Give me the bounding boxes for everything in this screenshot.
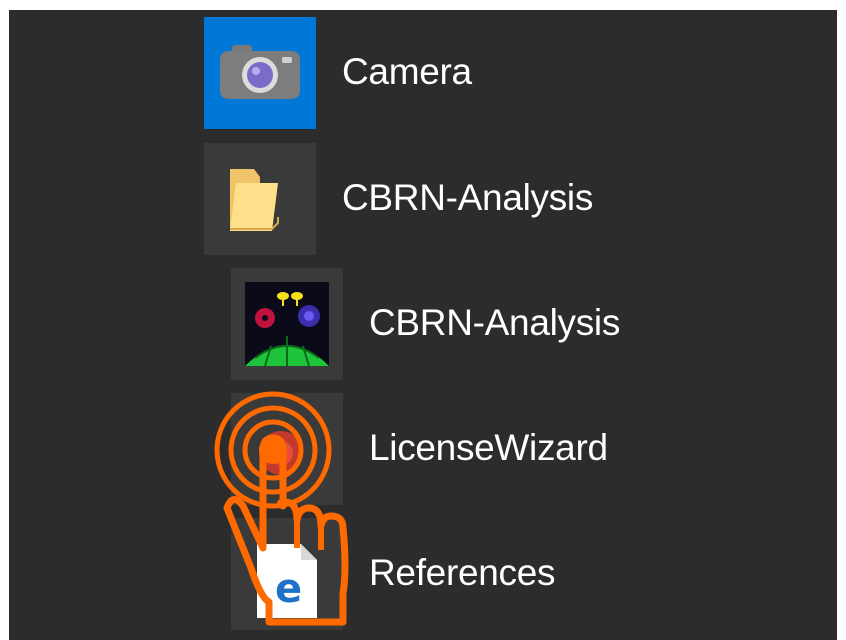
folder-icon bbox=[230, 169, 279, 231]
cbrn-app-label: CBRN-Analysis bbox=[369, 302, 621, 344]
start-folder-cbrn-analysis[interactable]: CBRN-Analysis bbox=[204, 143, 624, 255]
camera-label: Camera bbox=[342, 51, 472, 93]
start-item-cbrn-analysis-app[interactable]: CBRN-Analysis bbox=[231, 268, 651, 380]
start-item-license-wizard[interactable]: LicenseWizard bbox=[231, 393, 651, 505]
references-label: References bbox=[369, 552, 556, 594]
references-tile: e bbox=[231, 518, 343, 630]
cbrn-analysis-app-icon bbox=[245, 282, 329, 367]
folder-tile bbox=[204, 143, 316, 255]
start-menu-app-list: Camera CBRN-Analysis CBRN-Analysis Licen… bbox=[9, 10, 837, 640]
license-wizard-label: LicenseWizard bbox=[369, 427, 608, 469]
start-item-camera[interactable]: Camera bbox=[204, 17, 604, 129]
license-wizard-tile bbox=[231, 393, 343, 505]
folder-label: CBRN-Analysis bbox=[342, 177, 594, 219]
camera-icon bbox=[220, 45, 300, 99]
cbrn-app-tile bbox=[231, 268, 343, 380]
license-wizard-icon bbox=[259, 431, 303, 475]
edge-document-icon: e bbox=[257, 544, 317, 618]
camera-tile bbox=[204, 17, 316, 129]
svg-text:e: e bbox=[275, 566, 302, 612]
start-item-references[interactable]: e References bbox=[231, 518, 651, 630]
